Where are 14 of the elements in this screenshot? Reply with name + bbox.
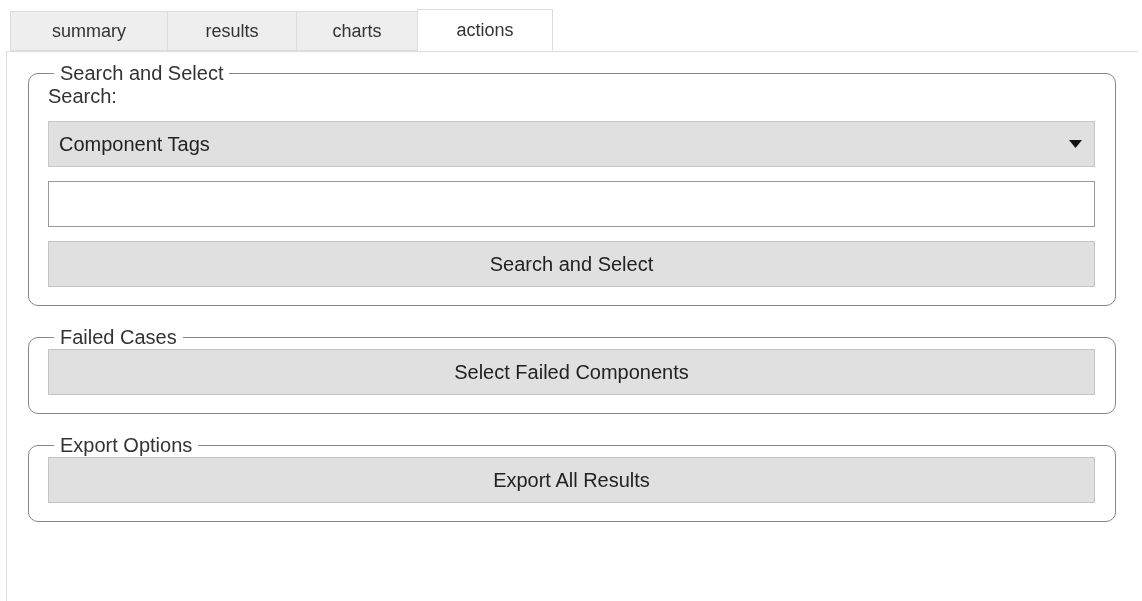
tab[interactable]: summary [10, 11, 167, 51]
tab[interactable]: results [167, 11, 296, 51]
tab[interactable]: charts [296, 11, 417, 51]
tab[interactable]: actions [417, 9, 553, 52]
action-button[interactable]: Export All Results [48, 457, 1095, 503]
group-title: Failed Cases [59, 326, 178, 349]
action-button[interactable]: Search and Select [48, 241, 1095, 287]
group-title: Export Options [59, 434, 194, 457]
search-type-dropdown[interactable]: Component Tags [48, 121, 1095, 167]
action-button[interactable]: Select Failed Components [48, 349, 1095, 395]
search-field[interactable] [48, 181, 1095, 227]
group-title: Search and Select [59, 62, 225, 85]
search-label: Search: [48, 85, 118, 108]
caret-icon [1069, 140, 1082, 148]
